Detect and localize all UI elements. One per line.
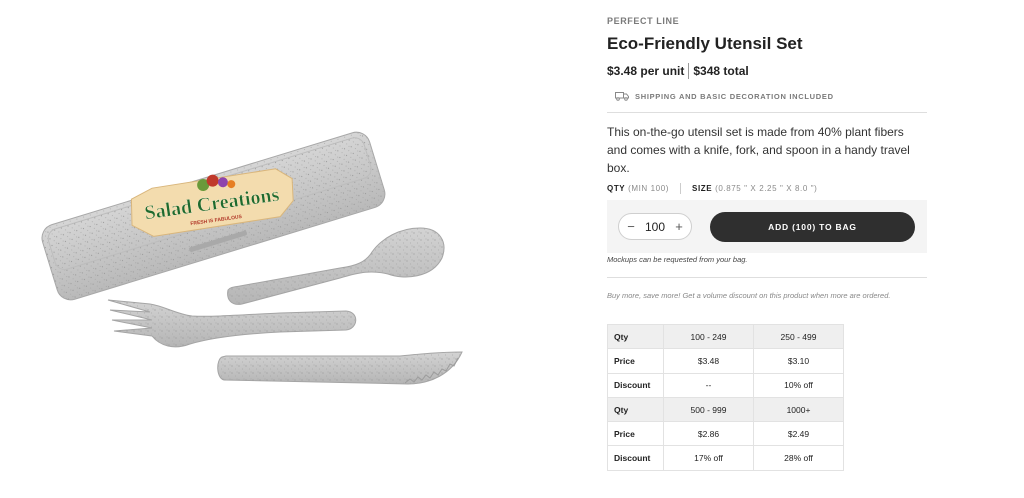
product-image: Salad Creations FRESH IS FABULOUS	[0, 0, 520, 498]
spec-divider	[680, 183, 682, 194]
product-title: Eco-Friendly Utensil Set	[607, 34, 803, 53]
fork	[107, 299, 357, 348]
table-cell: $2.49	[753, 421, 844, 447]
table-cell: $2.86	[663, 421, 754, 447]
table-cell: $3.10	[753, 348, 844, 374]
table-cell: 10% off	[753, 372, 844, 398]
table-cell: $3.48	[663, 348, 754, 374]
price-divider	[688, 63, 690, 79]
product-description: This on-the-go utensil set is made from …	[607, 125, 910, 175]
table-cell: --	[663, 372, 754, 398]
truck-icon	[615, 92, 629, 101]
mockup-note: Mockups can be requested from your bag.	[607, 255, 748, 264]
table-cell: 250 - 499	[753, 323, 844, 350]
qty-label: QTY	[607, 184, 626, 193]
unit-price: $3.48 per unit	[607, 64, 685, 78]
product-specs: QTY (MIN 100) SIZE (0.875 " X 2.25 " X 8…	[607, 183, 817, 194]
shipping-text: SHIPPING AND BASIC DECORATION INCLUDED	[635, 91, 834, 101]
size-value: (0.875 " X 2.25 " X 8.0 ")	[715, 184, 818, 193]
row-label: Qty	[607, 323, 664, 350]
knife	[217, 351, 463, 385]
divider	[607, 112, 927, 113]
add-to-bag-button[interactable]: ADD (100) TO BAG	[710, 212, 915, 242]
table-row: Qty 100 - 249 250 - 499	[607, 323, 844, 350]
size-label: SIZE	[692, 184, 713, 193]
table-cell: 500 - 999	[663, 396, 754, 423]
price-line: $3.48 per unit $348 total	[607, 63, 749, 79]
row-label: Price	[607, 421, 664, 447]
brand-name: PERFECT LINE	[607, 16, 680, 26]
quantity-value[interactable]: 100	[645, 220, 665, 234]
volume-pricing-table: Qty 100 - 249 250 - 499 Price $3.48 $3.1…	[607, 323, 844, 471]
buy-panel: − 100 + ADD (100) TO BAG	[607, 200, 927, 253]
row-label: Qty	[607, 396, 664, 423]
volume-discount-note: Buy more, save more! Get a volume discou…	[607, 291, 891, 300]
table-row: Discount 17% off 28% off	[607, 445, 844, 471]
shipping-note: SHIPPING AND BASIC DECORATION INCLUDED	[615, 91, 834, 101]
utensil-set-illustration: Salad Creations FRESH IS FABULOUS	[41, 131, 463, 385]
qty-min: (MIN 100)	[628, 184, 670, 193]
table-row: Price $2.86 $2.49	[607, 421, 844, 447]
table-cell: 100 - 249	[663, 323, 754, 350]
total-price: $348 total	[693, 64, 749, 78]
increase-quantity-button[interactable]: +	[674, 219, 684, 234]
table-row: Qty 500 - 999 1000+	[607, 396, 844, 423]
table-row: Price $3.48 $3.10	[607, 348, 844, 374]
table-cell: 1000+	[753, 396, 844, 423]
row-label: Discount	[607, 445, 664, 471]
row-label: Price	[607, 348, 664, 374]
divider	[607, 277, 927, 278]
table-cell: 17% off	[663, 445, 754, 471]
table-cell: 28% off	[753, 445, 844, 471]
row-label: Discount	[607, 372, 664, 398]
decrease-quantity-button[interactable]: −	[626, 219, 636, 234]
quantity-stepper[interactable]: − 100 +	[618, 213, 692, 240]
table-row: Discount -- 10% off	[607, 372, 844, 398]
